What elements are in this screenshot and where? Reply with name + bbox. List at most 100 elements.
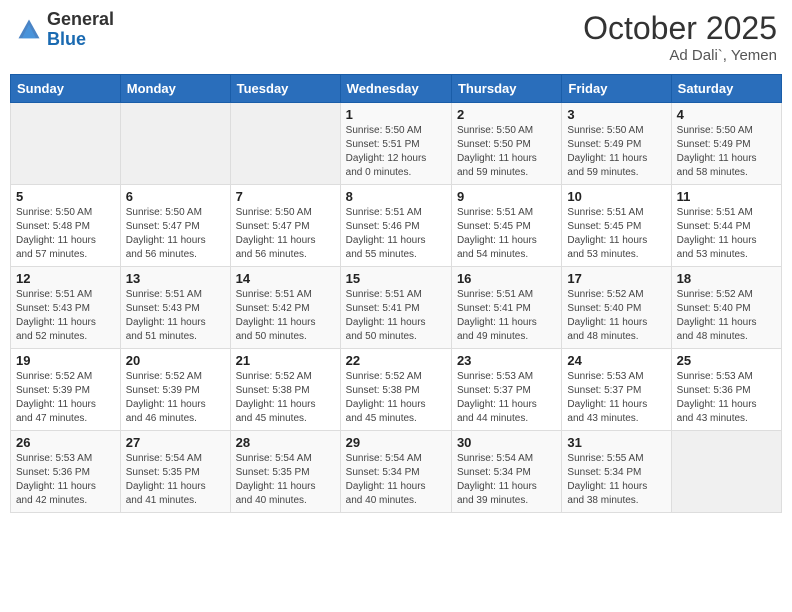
calendar-cell <box>230 103 340 185</box>
calendar-cell: 21 Sunrise: 5:52 AM Sunset: 5:38 PM Dayli… <box>230 349 340 431</box>
calendar-cell: 28 Sunrise: 5:54 AM Sunset: 5:35 PM Dayli… <box>230 431 340 513</box>
day-number: 28 <box>236 435 335 450</box>
day-number: 26 <box>16 435 115 450</box>
day-number: 1 <box>346 107 446 122</box>
calendar-cell: 3 Sunrise: 5:50 AM Sunset: 5:49 PM Daylig… <box>562 103 671 185</box>
day-info: Sunrise: 5:50 AM Sunset: 5:47 PM Dayligh… <box>236 206 335 262</box>
calendar-cell: 15 Sunrise: 5:51 AM Sunset: 5:41 PM Dayli… <box>340 267 451 349</box>
day-number: 31 <box>567 435 665 450</box>
calendar-cell: 18 Sunrise: 5:52 AM Sunset: 5:40 PM Dayli… <box>671 267 781 349</box>
calendar-cell: 23 Sunrise: 5:53 AM Sunset: 5:37 PM Dayli… <box>451 349 561 431</box>
calendar-cell <box>120 103 230 185</box>
day-number: 14 <box>236 271 335 286</box>
day-info: Sunrise: 5:51 AM Sunset: 5:42 PM Dayligh… <box>236 288 335 344</box>
day-info: Sunrise: 5:54 AM Sunset: 5:35 PM Dayligh… <box>236 452 335 508</box>
page-header: General Blue October 2025 Ad Dali`, Yeme… <box>10 10 782 64</box>
day-info: Sunrise: 5:51 AM Sunset: 5:43 PM Dayligh… <box>16 288 115 344</box>
day-number: 4 <box>677 107 776 122</box>
day-number: 9 <box>457 189 556 204</box>
day-info: Sunrise: 5:51 AM Sunset: 5:41 PM Dayligh… <box>457 288 556 344</box>
weekday-header: Saturday <box>671 75 781 103</box>
day-info: Sunrise: 5:50 AM Sunset: 5:49 PM Dayligh… <box>567 124 665 180</box>
calendar-week-row: 12 Sunrise: 5:51 AM Sunset: 5:43 PM Dayli… <box>11 267 782 349</box>
calendar-table: SundayMondayTuesdayWednesdayThursdayFrid… <box>10 74 782 513</box>
weekday-header: Tuesday <box>230 75 340 103</box>
weekday-header: Wednesday <box>340 75 451 103</box>
day-info: Sunrise: 5:51 AM Sunset: 5:41 PM Dayligh… <box>346 288 446 344</box>
day-info: Sunrise: 5:52 AM Sunset: 5:39 PM Dayligh… <box>126 370 225 426</box>
calendar-cell: 13 Sunrise: 5:51 AM Sunset: 5:43 PM Dayli… <box>120 267 230 349</box>
day-info: Sunrise: 5:52 AM Sunset: 5:39 PM Dayligh… <box>16 370 115 426</box>
day-number: 24 <box>567 353 665 368</box>
calendar-week-row: 5Sunrise: 5:50 AM Sunset: 5:48 PM Daylig… <box>11 185 782 267</box>
calendar-cell: 30 Sunrise: 5:54 AM Sunset: 5:34 PM Dayli… <box>451 431 561 513</box>
calendar-cell: 22Sunrise: 5:52 AM Sunset: 5:38 PM Dayli… <box>340 349 451 431</box>
calendar-cell: 17 Sunrise: 5:52 AM Sunset: 5:40 PM Dayli… <box>562 267 671 349</box>
day-info: Sunrise: 5:52 AM Sunset: 5:40 PM Dayligh… <box>677 288 776 344</box>
day-info: Sunrise: 5:52 AM Sunset: 5:38 PM Dayligh… <box>346 370 446 426</box>
day-info: Sunrise: 5:53 AM Sunset: 5:37 PM Dayligh… <box>457 370 556 426</box>
day-number: 5 <box>16 189 115 204</box>
day-number: 12 <box>16 271 115 286</box>
day-number: 29 <box>346 435 446 450</box>
calendar-cell: 4Sunrise: 5:50 AM Sunset: 5:49 PM Daylig… <box>671 103 781 185</box>
day-number: 7 <box>236 189 335 204</box>
day-info: Sunrise: 5:53 AM Sunset: 5:37 PM Dayligh… <box>567 370 665 426</box>
calendar-cell: 12 Sunrise: 5:51 AM Sunset: 5:43 PM Dayli… <box>11 267 121 349</box>
day-number: 13 <box>126 271 225 286</box>
title-block: October 2025 Ad Dali`, Yemen <box>583 10 777 64</box>
day-info: Sunrise: 5:53 AM Sunset: 5:36 PM Dayligh… <box>16 452 115 508</box>
logo-blue-text: Blue <box>47 29 86 49</box>
calendar-cell <box>671 431 781 513</box>
day-number: 21 <box>236 353 335 368</box>
day-info: Sunrise: 5:52 AM Sunset: 5:38 PM Dayligh… <box>236 370 335 426</box>
day-number: 2 <box>457 107 556 122</box>
calendar-cell: 29Sunrise: 5:54 AM Sunset: 5:34 PM Dayli… <box>340 431 451 513</box>
day-info: Sunrise: 5:50 AM Sunset: 5:50 PM Dayligh… <box>457 124 556 180</box>
day-info: Sunrise: 5:52 AM Sunset: 5:40 PM Dayligh… <box>567 288 665 344</box>
calendar-cell: 7 Sunrise: 5:50 AM Sunset: 5:47 PM Daylig… <box>230 185 340 267</box>
day-number: 18 <box>677 271 776 286</box>
calendar-cell: 11 Sunrise: 5:51 AM Sunset: 5:44 PM Dayli… <box>671 185 781 267</box>
calendar-cell: 9 Sunrise: 5:51 AM Sunset: 5:45 PM Daylig… <box>451 185 561 267</box>
day-number: 30 <box>457 435 556 450</box>
weekday-header: Thursday <box>451 75 561 103</box>
calendar-cell: 31Sunrise: 5:55 AM Sunset: 5:34 PM Dayli… <box>562 431 671 513</box>
calendar-week-row: 1 Sunrise: 5:50 AM Sunset: 5:51 PM Daylig… <box>11 103 782 185</box>
day-info: Sunrise: 5:54 AM Sunset: 5:34 PM Dayligh… <box>457 452 556 508</box>
weekday-header: Monday <box>120 75 230 103</box>
day-info: Sunrise: 5:51 AM Sunset: 5:43 PM Dayligh… <box>126 288 225 344</box>
day-info: Sunrise: 5:50 AM Sunset: 5:47 PM Dayligh… <box>126 206 225 262</box>
day-info: Sunrise: 5:50 AM Sunset: 5:51 PM Dayligh… <box>346 124 446 180</box>
month-title: October 2025 <box>583 10 777 47</box>
day-info: Sunrise: 5:51 AM Sunset: 5:46 PM Dayligh… <box>346 206 446 262</box>
calendar-cell: 26 Sunrise: 5:53 AM Sunset: 5:36 PM Dayli… <box>11 431 121 513</box>
calendar-cell: 10Sunrise: 5:51 AM Sunset: 5:45 PM Dayli… <box>562 185 671 267</box>
day-number: 23 <box>457 353 556 368</box>
day-info: Sunrise: 5:51 AM Sunset: 5:44 PM Dayligh… <box>677 206 776 262</box>
weekday-header-row: SundayMondayTuesdayWednesdayThursdayFrid… <box>11 75 782 103</box>
day-number: 16 <box>457 271 556 286</box>
calendar-week-row: 26 Sunrise: 5:53 AM Sunset: 5:36 PM Dayli… <box>11 431 782 513</box>
logo-general-text: General <box>47 9 114 29</box>
calendar-week-row: 19 Sunrise: 5:52 AM Sunset: 5:39 PM Dayli… <box>11 349 782 431</box>
day-number: 17 <box>567 271 665 286</box>
day-number: 27 <box>126 435 225 450</box>
weekday-header: Friday <box>562 75 671 103</box>
calendar-cell: 14 Sunrise: 5:51 AM Sunset: 5:42 PM Dayli… <box>230 267 340 349</box>
location-text: Ad Dali`, Yemen <box>583 47 777 64</box>
day-info: Sunrise: 5:51 AM Sunset: 5:45 PM Dayligh… <box>457 206 556 262</box>
day-number: 11 <box>677 189 776 204</box>
weekday-header: Sunday <box>11 75 121 103</box>
calendar-cell: 6Sunrise: 5:50 AM Sunset: 5:47 PM Daylig… <box>120 185 230 267</box>
calendar-cell: 16 Sunrise: 5:51 AM Sunset: 5:41 PM Dayli… <box>451 267 561 349</box>
calendar-cell: 20Sunrise: 5:52 AM Sunset: 5:39 PM Dayli… <box>120 349 230 431</box>
logo: General Blue <box>15 10 114 50</box>
calendar-cell: 5Sunrise: 5:50 AM Sunset: 5:48 PM Daylig… <box>11 185 121 267</box>
day-number: 19 <box>16 353 115 368</box>
day-info: Sunrise: 5:53 AM Sunset: 5:36 PM Dayligh… <box>677 370 776 426</box>
calendar-cell: 25Sunrise: 5:53 AM Sunset: 5:36 PM Dayli… <box>671 349 781 431</box>
day-number: 3 <box>567 107 665 122</box>
calendar-cell: 27Sunrise: 5:54 AM Sunset: 5:35 PM Dayli… <box>120 431 230 513</box>
day-number: 15 <box>346 271 446 286</box>
